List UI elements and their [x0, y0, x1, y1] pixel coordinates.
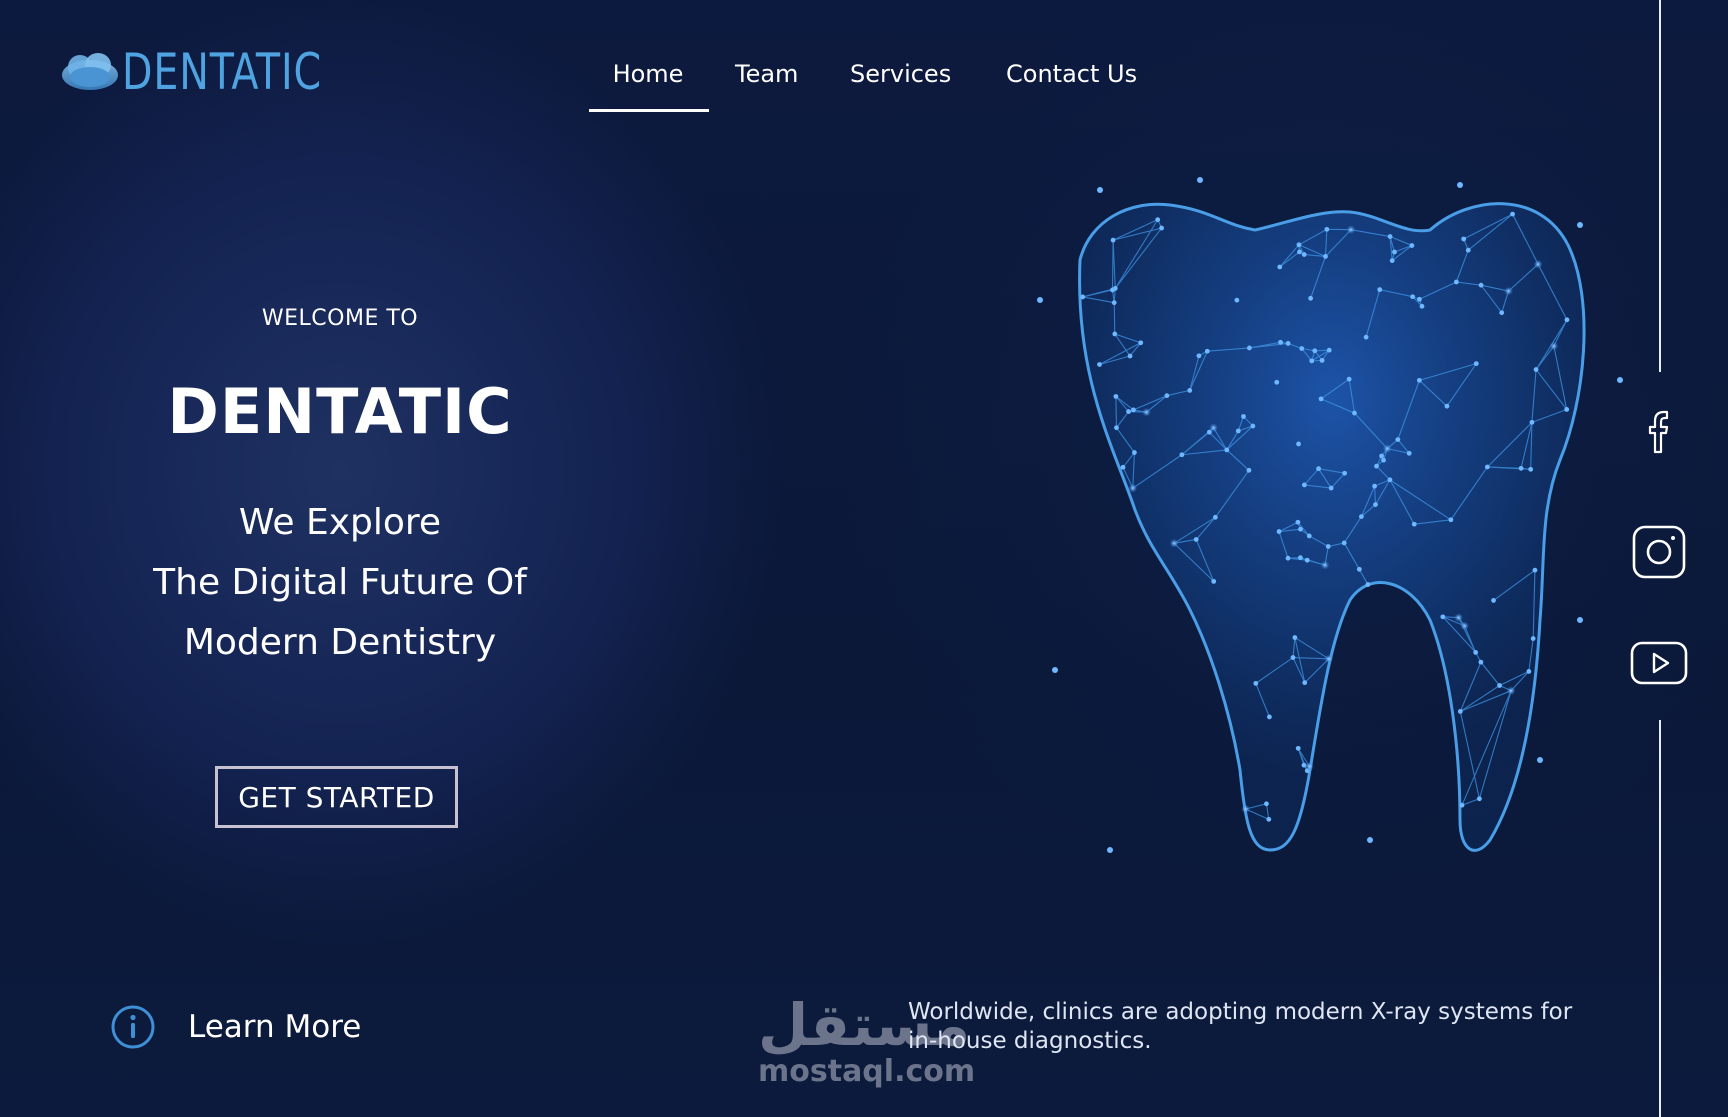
nav-home[interactable]: Home	[588, 55, 708, 112]
instagram-icon	[1632, 525, 1686, 579]
tagline-line-1: We Explore	[238, 502, 442, 543]
get-started-button[interactable]: GET STARTED	[215, 766, 458, 828]
learn-more-link[interactable]: Learn More	[110, 1004, 361, 1050]
right-rail-line-top	[1659, 0, 1661, 372]
hero-tagline: We Explore The Digital Future Of Modern …	[40, 493, 640, 673]
nav-contact-us[interactable]: Contact Us	[1006, 55, 1137, 112]
youtube-icon	[1630, 641, 1688, 685]
tagline-line-2: The Digital Future Of	[153, 562, 527, 603]
hero-title: DENTATIC	[167, 375, 513, 448]
info-icon	[111, 1005, 155, 1049]
tooth-illustration	[1037, 177, 1623, 853]
nav-active-indicator	[589, 109, 709, 112]
tagline-line-3: Modern Dentistry	[183, 622, 497, 663]
logo[interactable]: DENTATIC	[60, 42, 349, 102]
watermark-latin: mostaql.com	[758, 1054, 976, 1089]
facebook-link[interactable]	[1628, 400, 1690, 462]
learn-more-label: Learn More	[188, 1009, 362, 1045]
info-note: Worldwide, clinics are adopting modern X…	[908, 999, 1573, 1054]
nav-team[interactable]: Team	[735, 55, 798, 112]
nav-services[interactable]: Services	[850, 55, 951, 112]
youtube-link[interactable]	[1628, 632, 1690, 694]
logo-text: DENTATIC	[122, 43, 323, 101]
tooth-cloud-icon	[62, 53, 118, 90]
hero-welcome: WELCOME TO	[261, 306, 419, 331]
facebook-icon	[1648, 410, 1669, 454]
right-rail-line-bottom	[1659, 720, 1661, 1117]
instagram-link[interactable]	[1628, 521, 1690, 583]
